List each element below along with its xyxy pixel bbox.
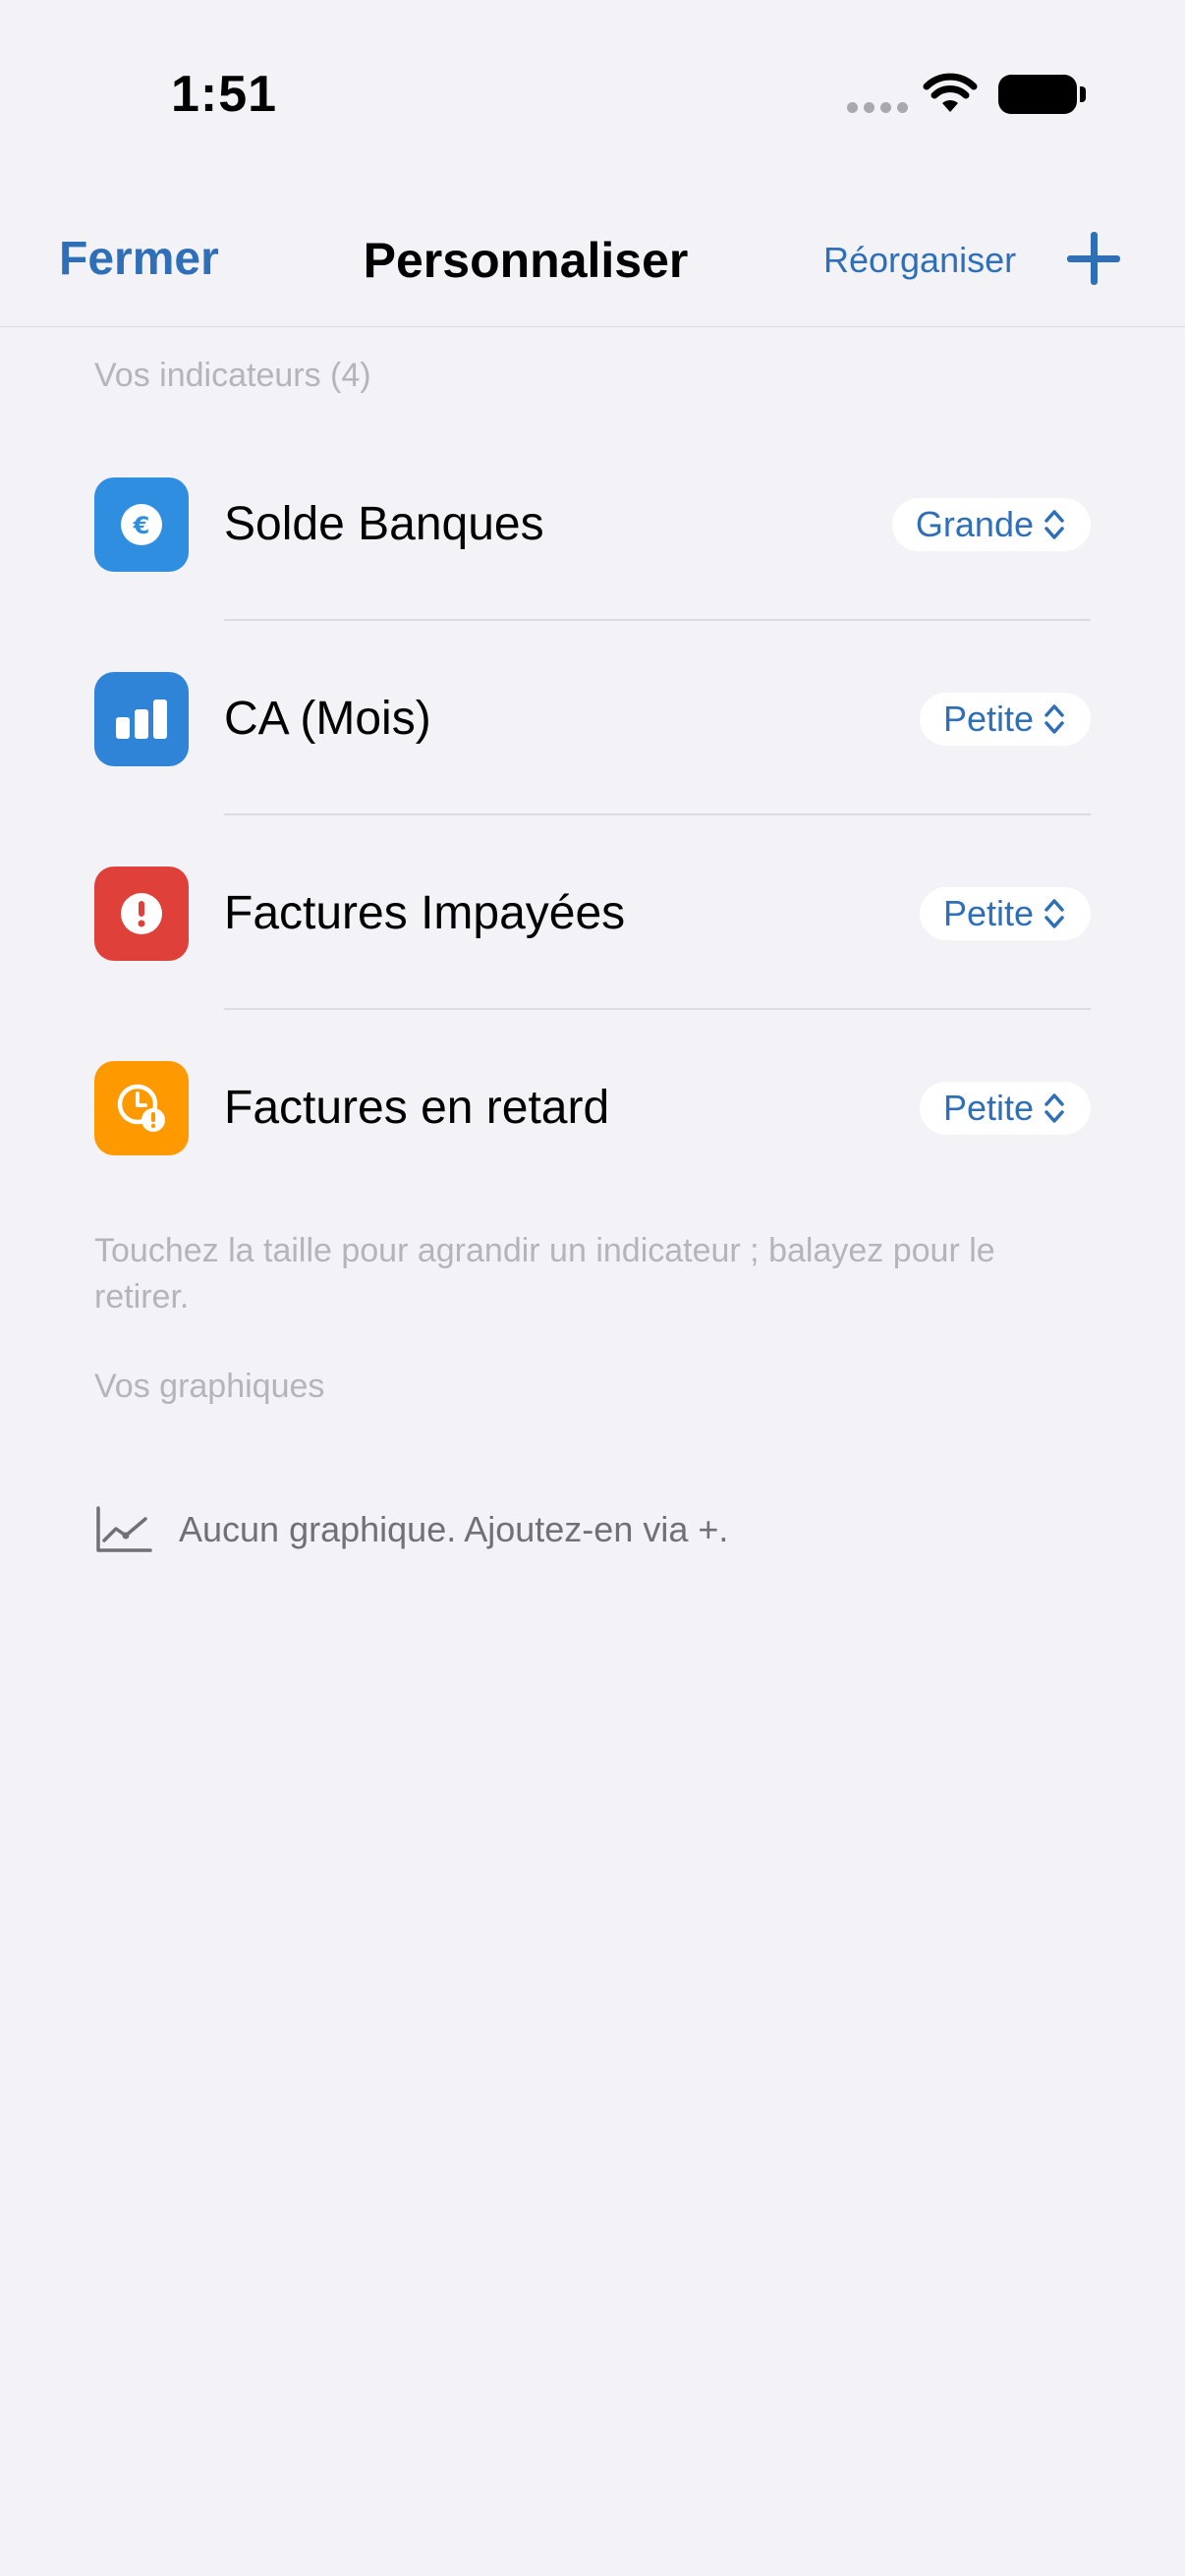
chevron-up-down-icon bbox=[1044, 704, 1064, 734]
size-picker[interactable]: Grande bbox=[891, 498, 1091, 551]
cellular-signal-icon bbox=[847, 102, 908, 113]
clock-alert-icon bbox=[117, 1084, 165, 1132]
size-value: Grande bbox=[915, 504, 1034, 544]
battery-icon bbox=[998, 75, 1086, 114]
size-value: Petite bbox=[942, 699, 1034, 739]
wifi-icon bbox=[923, 73, 978, 112]
reorder-button[interactable]: Réorganiser bbox=[823, 240, 1016, 281]
size-picker[interactable]: Petite bbox=[919, 887, 1091, 940]
size-value: Petite bbox=[942, 1088, 1034, 1128]
indicator-icon-tile: € bbox=[94, 477, 189, 572]
status-bar: 1:51 bbox=[0, 0, 1185, 187]
indicator-label: Factures en retard bbox=[224, 1082, 610, 1134]
add-button[interactable] bbox=[1067, 232, 1120, 285]
status-time: 1:51 bbox=[171, 66, 278, 123]
line-chart-icon bbox=[96, 1506, 152, 1552]
navigation-bar: Fermer Personnaliser Réorganiser bbox=[0, 187, 1185, 327]
indicator-icon-tile bbox=[94, 867, 189, 961]
indicators-hint: Touchez la taille pour agrandir un indic… bbox=[94, 1232, 995, 1316]
size-value: Petite bbox=[942, 893, 1034, 933]
indicator-label: Solde Banques bbox=[224, 498, 544, 550]
charts-empty-text: Aucun graphique. Ajoutez-en via +. bbox=[179, 1509, 729, 1549]
indicator-row-factures-en-retard[interactable]: Factures en retard Petite bbox=[94, 1010, 1091, 1204]
exclamation-icon bbox=[121, 893, 162, 934]
size-picker[interactable]: Petite bbox=[919, 693, 1091, 746]
svg-text:€: € bbox=[133, 512, 150, 539]
indicator-label: Factures Impayées bbox=[224, 887, 626, 939]
charts-section-header: Vos graphiques bbox=[94, 1368, 325, 1405]
indicator-list: € Solde Banques Grande CA (Mois) Petite bbox=[94, 426, 1091, 1204]
indicator-label: CA (Mois) bbox=[224, 693, 431, 745]
charts-empty-state: Aucun graphique. Ajoutez-en via +. bbox=[94, 1505, 728, 1554]
size-picker[interactable]: Petite bbox=[919, 1082, 1091, 1135]
chevron-up-down-icon bbox=[1044, 510, 1064, 539]
indicator-icon-tile bbox=[94, 1061, 189, 1155]
indicator-icon-tile bbox=[94, 672, 189, 766]
indicators-section-header: Vos indicateurs (4) bbox=[94, 357, 371, 394]
euro-icon: € bbox=[121, 504, 162, 545]
chevron-up-down-icon bbox=[1044, 1093, 1064, 1123]
indicator-row-ca-mois[interactable]: CA (Mois) Petite bbox=[94, 621, 1091, 815]
chevron-up-down-icon bbox=[1044, 899, 1064, 928]
indicator-row-factures-impayees[interactable]: Factures Impayées Petite bbox=[94, 815, 1091, 1010]
indicator-row-solde-banques[interactable]: € Solde Banques Grande bbox=[94, 426, 1091, 621]
bar-chart-icon bbox=[116, 700, 167, 739]
